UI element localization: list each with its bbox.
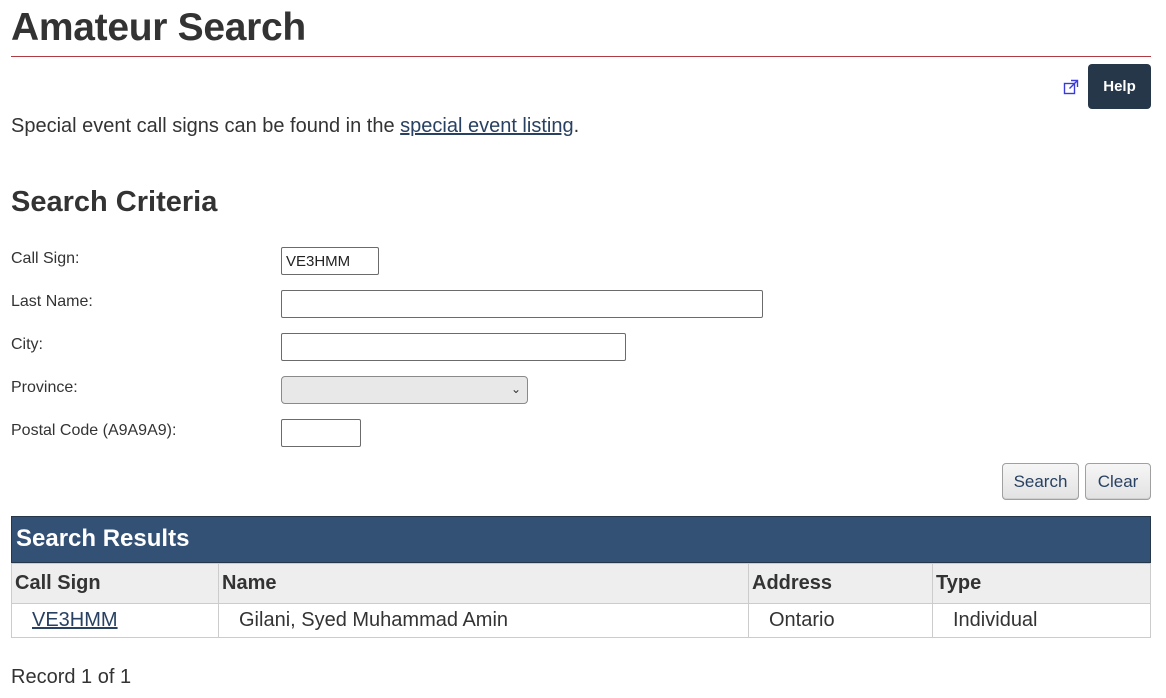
search-results-heading: Search Results xyxy=(11,516,1151,563)
clear-button[interactable]: Clear xyxy=(1085,463,1151,500)
city-label: City: xyxy=(11,336,43,353)
type-cell: Individual xyxy=(932,603,1151,638)
last-name-label: Last Name: xyxy=(11,293,93,310)
call-sign-cell: VE3HMM xyxy=(11,603,219,638)
table-row: VE3HMM Gilani, Syed Muhammad Amin Ontari… xyxy=(11,603,1151,638)
province-label: Province: xyxy=(11,379,78,396)
call-sign-link[interactable]: VE3HMM xyxy=(32,609,118,631)
special-event-listing-link[interactable]: special event listing xyxy=(400,115,573,137)
postal-code-label: Postal Code (A9A9A9): xyxy=(11,422,177,439)
search-button[interactable]: Search xyxy=(1002,463,1079,500)
province-select[interactable]: ⌄ xyxy=(281,376,528,404)
name-cell: Gilani, Syed Muhammad Amin xyxy=(218,603,749,638)
call-sign-input[interactable] xyxy=(281,247,379,275)
title-divider xyxy=(11,56,1151,57)
record-count: Record 1 of 1 xyxy=(11,666,132,688)
chevron-down-icon: ⌄ xyxy=(510,382,521,396)
postal-code-input[interactable] xyxy=(281,419,361,447)
external-link-icon[interactable] xyxy=(1062,78,1080,96)
column-header-call-sign: Call Sign xyxy=(11,563,219,604)
city-input[interactable] xyxy=(281,333,626,361)
help-button[interactable]: Help xyxy=(1088,64,1151,109)
intro-text-after: . xyxy=(573,115,580,137)
intro-text: Special event call signs can be found in… xyxy=(11,115,579,138)
column-header-type: Type xyxy=(932,563,1151,604)
address-cell: Ontario xyxy=(748,603,933,638)
results-table: Call Sign Name Address Type VE3HMM Gilan… xyxy=(11,563,1151,638)
page-title: Amateur Search xyxy=(11,6,306,49)
last-name-input[interactable] xyxy=(281,290,763,318)
call-sign-label: Call Sign: xyxy=(11,250,80,267)
help-area: Help xyxy=(1062,64,1151,109)
search-criteria-heading: Search Criteria xyxy=(11,186,218,218)
intro-text-before: Special event call signs can be found in… xyxy=(11,115,401,137)
results-header-row: Call Sign Name Address Type xyxy=(11,563,1151,604)
column-header-address: Address xyxy=(748,563,933,604)
column-header-name: Name xyxy=(218,563,749,604)
search-results: Search Results Call Sign Name Address Ty… xyxy=(11,516,1151,638)
